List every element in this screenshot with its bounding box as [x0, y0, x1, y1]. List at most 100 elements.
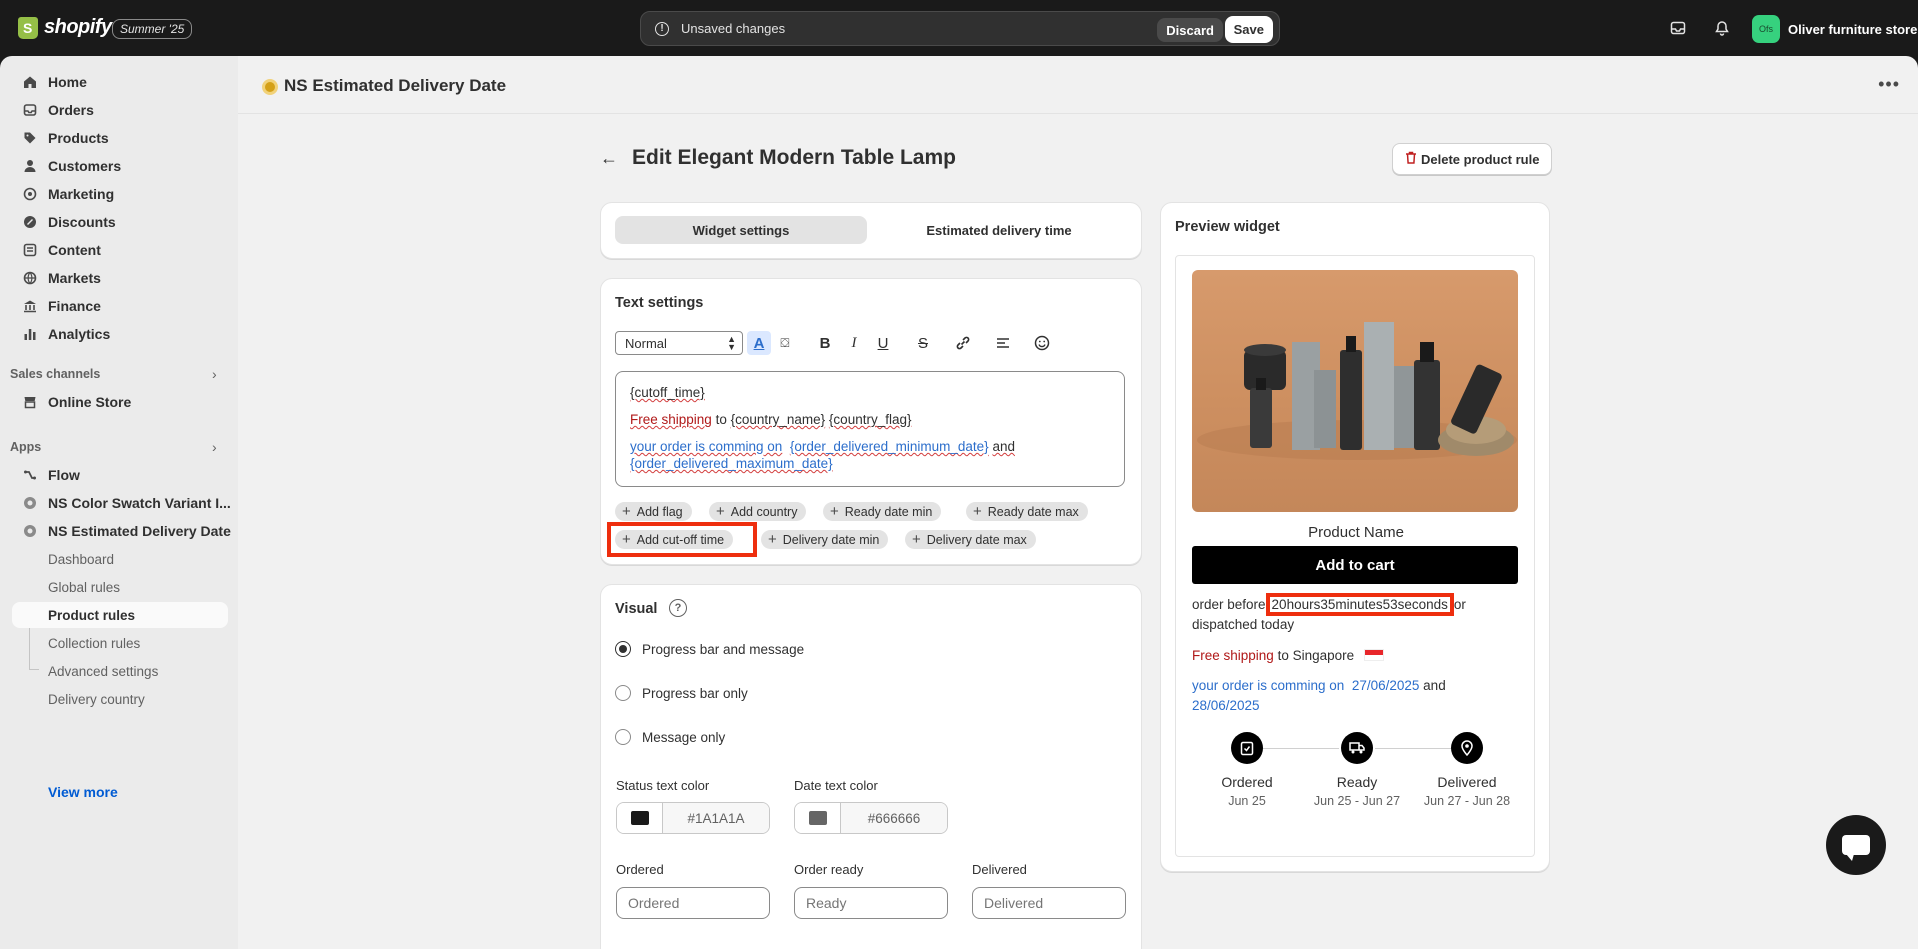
delivery-date-max-chip[interactable]: + Delivery date max	[905, 530, 1036, 549]
store-menu[interactable]: Ofs Oliver furniture store	[1752, 15, 1917, 43]
sidebar-item-products[interactable]: Products	[22, 124, 109, 152]
sidebar-item-color-swatch[interactable]: NS Color Swatch Variant I...	[22, 489, 231, 517]
tab-estimated-delivery-time[interactable]: Estimated delivery time	[873, 216, 1125, 244]
progress-step-ready: Ready Jun 25 - Jun 27	[1302, 732, 1412, 808]
delivery-date-min-chip[interactable]: + Delivery date min	[761, 530, 889, 549]
chat-button[interactable]	[1826, 815, 1886, 875]
progress-step-delivered: Delivered Jun 27 - Jun 28	[1412, 732, 1522, 808]
add-country-chip[interactable]: + Add country	[709, 502, 807, 521]
bold-icon[interactable]: B	[813, 331, 837, 355]
orders-icon	[22, 103, 37, 118]
sidebar-item-orders[interactable]: Orders	[22, 96, 94, 124]
sidebar-item-online-store[interactable]: Online Store	[22, 388, 131, 416]
plus-icon: +	[716, 502, 725, 520]
radio-button[interactable]	[615, 729, 631, 745]
help-icon[interactable]: ?	[669, 599, 687, 617]
strikethrough-icon[interactable]: S	[911, 331, 935, 355]
sidebar-sub-advanced-settings[interactable]: Advanced settings	[48, 658, 158, 684]
sidebar-item-analytics[interactable]: Analytics	[22, 320, 110, 348]
settings-tabs: Widget settings Estimated delivery time	[600, 202, 1142, 259]
highlight-color-icon[interactable]: ⛋	[773, 331, 797, 355]
chevron-right-icon[interactable]: ›	[212, 366, 217, 382]
sidebar-item-label: Online Store	[48, 394, 132, 410]
truck-icon	[1341, 732, 1373, 764]
inbox-icon[interactable]	[1670, 20, 1686, 36]
radio-message-only[interactable]: Message only	[615, 729, 725, 745]
radio-button-selected[interactable]	[615, 641, 631, 657]
editor-line-shipping: Free shipping to {country_name} {country…	[630, 411, 1110, 429]
date-text-color-field[interactable]: #666666	[794, 802, 948, 834]
sidebar-item-finance[interactable]: Finance	[22, 292, 101, 320]
bell-icon[interactable]	[1714, 20, 1730, 36]
add-to-cart-button[interactable]: Add to cart	[1192, 546, 1518, 584]
color-swatch	[808, 811, 827, 825]
chip-label: Ready date min	[844, 504, 933, 519]
color-swatch	[630, 811, 649, 825]
ordered-label: Ordered	[616, 862, 664, 877]
date-color-swatch-button[interactable]	[795, 803, 841, 833]
store-name: Oliver furniture store	[1788, 21, 1918, 37]
radio-progress-bar-and-message[interactable]: Progress bar and message	[615, 641, 804, 657]
preview-delivery-message: your order is comming on 27/06/2025 and 2…	[1192, 676, 1522, 716]
add-flag-chip[interactable]: + Add flag	[615, 502, 692, 521]
discard-button[interactable]: Discard	[1157, 18, 1223, 42]
sidebar-item-flow[interactable]: Flow	[22, 461, 80, 489]
text-editor[interactable]: {cutoff_time} Free shipping to {country_…	[615, 371, 1125, 487]
sidebar-item-markets[interactable]: Markets	[22, 264, 101, 292]
tab-widget-settings[interactable]: Widget settings	[615, 216, 867, 244]
delete-product-rule-button[interactable]: Delete product rule	[1392, 143, 1553, 175]
order-ready-input[interactable]	[794, 887, 948, 919]
sidebar-item-label: Customers	[48, 158, 122, 174]
sidebar-sub-collection-rules[interactable]: Collection rules	[48, 630, 140, 656]
text-color-icon[interactable]: A	[747, 331, 771, 355]
view-more-link[interactable]: View more	[48, 784, 118, 800]
sidebar-sub-product-rules[interactable]: Product rules	[12, 602, 228, 628]
back-arrow-icon[interactable]: ←	[600, 148, 618, 169]
sidebar-sub-global-rules[interactable]: Global rules	[48, 574, 120, 600]
emoji-icon[interactable]	[1030, 331, 1054, 355]
radio-button[interactable]	[615, 685, 631, 701]
radio-progress-bar-only[interactable]: Progress bar only	[615, 685, 748, 701]
sidebar-item-marketing[interactable]: Marketing	[22, 180, 114, 208]
sidebar-sub-dashboard[interactable]: Dashboard	[48, 546, 114, 572]
ready-date-max-chip[interactable]: + Ready date max	[966, 502, 1088, 521]
globe-icon	[22, 271, 37, 286]
save-button[interactable]: Save	[1224, 16, 1273, 43]
sidebar-item-label: Orders	[48, 102, 94, 118]
italic-icon[interactable]: I	[842, 331, 866, 355]
singapore-flag-icon	[1363, 649, 1384, 661]
status-color-value[interactable]: #1A1A1A	[663, 803, 769, 833]
page-title: Edit Elegant Modern Table Lamp	[632, 146, 956, 169]
more-actions-icon[interactable]: •••	[1878, 74, 1900, 95]
content-icon	[22, 243, 37, 258]
chevron-right-icon[interactable]: ›	[212, 439, 217, 455]
sidebar-sub-delivery-country[interactable]: Delivery country	[48, 686, 145, 712]
plus-icon: +	[830, 502, 839, 520]
editor-min-date-token: {order_delivered_minimum_date}	[789, 439, 989, 454]
format-select[interactable]: Normal ▲ ▼	[615, 331, 743, 355]
delivered-input[interactable]	[972, 887, 1126, 919]
edition-badge[interactable]: Summer '25	[112, 19, 193, 39]
underline-icon[interactable]: U	[871, 331, 895, 355]
sidebar-item-estimated-delivery[interactable]: NS Estimated Delivery Date	[22, 517, 231, 545]
step-date: Jun 25	[1228, 794, 1266, 808]
sidebar-item-discounts[interactable]: Discounts	[22, 208, 116, 236]
text-settings-card: Text settings Normal ▲ ▼ A ⛋ B I U S {cut…	[600, 278, 1142, 565]
link-icon[interactable]	[951, 331, 975, 355]
countdown-timer: 20hours35minutes53seconds	[1265, 593, 1454, 616]
status-text-color-field[interactable]: #1A1A1A	[616, 802, 770, 834]
date-color-value[interactable]: #666666	[841, 803, 947, 833]
align-icon[interactable]	[991, 331, 1015, 355]
status-color-swatch-button[interactable]	[617, 803, 663, 833]
sidebar-item-content[interactable]: Content	[22, 236, 101, 264]
ordered-input[interactable]	[616, 887, 770, 919]
text-settings-heading: Text settings	[615, 295, 704, 311]
apps-label[interactable]: Apps	[10, 440, 41, 454]
ready-date-min-chip[interactable]: + Ready date min	[823, 502, 942, 521]
sales-channels-label[interactable]: Sales channels	[10, 367, 100, 381]
sidebar-item-home[interactable]: Home	[22, 68, 87, 96]
tag-icon	[22, 131, 37, 146]
tree-connector	[29, 662, 39, 670]
shopify-logo[interactable]: shopify	[18, 16, 112, 39]
sidebar-item-customers[interactable]: Customers	[22, 152, 121, 180]
